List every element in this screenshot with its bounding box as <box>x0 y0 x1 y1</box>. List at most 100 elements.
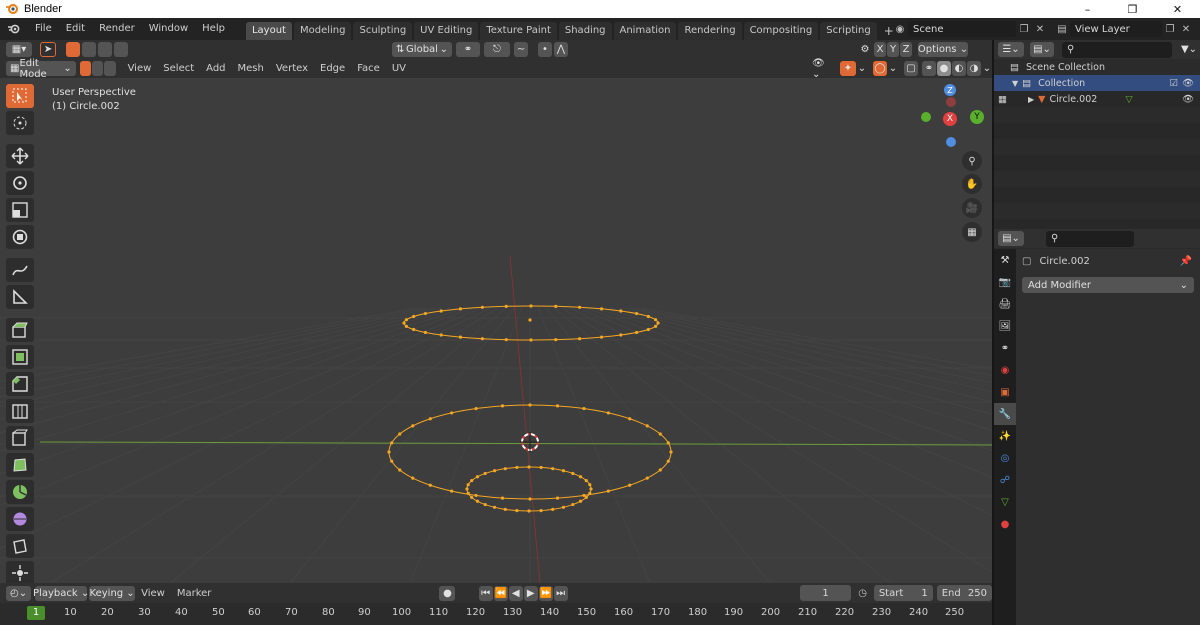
falloff-icon[interactable]: ⋀ <box>554 42 568 57</box>
vertex[interactable] <box>527 465 531 469</box>
vertex[interactable] <box>555 496 560 500</box>
mode-dropdown[interactable]: ▦ Edit Mode ⌄ <box>6 58 76 80</box>
tab-texture-paint[interactable]: Texture Paint <box>480 22 557 40</box>
vertex[interactable] <box>656 321 660 325</box>
render-tab-icon[interactable]: 📷 <box>994 271 1016 293</box>
overlays-toggle-icon[interactable]: ◯ <box>872 61 887 76</box>
poly-build-tool[interactable] <box>6 453 34 477</box>
expand-arrow-icon[interactable]: ▶ <box>1028 95 1034 104</box>
play-reverse-button[interactable]: ◀ <box>508 585 523 601</box>
vertex[interactable] <box>658 432 662 436</box>
select-intersect-icon[interactable] <box>114 42 128 57</box>
vertex[interactable] <box>527 509 531 513</box>
vertex[interactable] <box>428 417 432 421</box>
outliner-row-circle[interactable]: ▦ ▶ ▼ Circle.002 ▽ 👁 <box>994 91 1200 107</box>
menu-vertex[interactable]: Vertex <box>270 63 314 74</box>
vertex[interactable] <box>411 424 415 428</box>
vertex[interactable] <box>578 475 583 479</box>
new-scene-icon[interactable]: ❐ <box>1016 21 1032 37</box>
physics-tab-icon[interactable]: ◎ <box>994 447 1016 469</box>
object-tab-icon[interactable]: ▣ <box>994 381 1016 403</box>
overlays-dropdown-icon[interactable]: ⌄ <box>887 61 898 76</box>
vertex[interactable] <box>483 471 487 476</box>
particles-tab-icon[interactable]: ✨ <box>994 425 1016 447</box>
vertex[interactable] <box>465 487 469 491</box>
pan-hand-icon[interactable]: ✋ <box>962 174 982 194</box>
rotate-tool[interactable] <box>6 171 34 195</box>
blender-menu-icon[interactable] <box>0 18 28 40</box>
transform-orientation-dropdown[interactable]: ⇅ Global ⌄ <box>392 42 452 57</box>
vertex[interactable] <box>578 337 582 341</box>
outliner-search-input[interactable]: ⚲ <box>1062 41 1172 58</box>
world-tab-icon[interactable]: ◉ <box>994 359 1016 381</box>
vertex[interactable] <box>551 467 555 471</box>
vertex[interactable] <box>515 508 519 513</box>
mirror-y-toggle[interactable]: Y <box>887 42 899 57</box>
vertex[interactable] <box>423 311 428 316</box>
visibility-eye-icon[interactable]: 👁 <box>1182 78 1194 89</box>
measure-tool[interactable] <box>6 285 34 309</box>
vertex[interactable] <box>480 305 484 309</box>
shading-dropdown-icon[interactable]: ⌄ <box>981 61 992 76</box>
vertex[interactable] <box>599 307 604 311</box>
vertex-select-icon[interactable] <box>79 61 92 76</box>
select-extend-icon[interactable] <box>82 42 96 57</box>
vertex[interactable] <box>554 304 558 308</box>
vertex[interactable] <box>551 507 555 511</box>
vertex[interactable] <box>658 468 662 472</box>
scene-icon[interactable]: ◉ <box>892 21 908 37</box>
knife-tool[interactable] <box>6 426 34 450</box>
vertex[interactable] <box>628 417 632 421</box>
vertex[interactable] <box>428 483 432 487</box>
shading-rendered-icon[interactable]: ◑ <box>966 61 981 76</box>
vertex[interactable] <box>666 441 670 445</box>
mirror-x-toggle[interactable]: X <box>874 42 886 57</box>
vertex[interactable] <box>529 338 533 342</box>
vertex[interactable] <box>619 309 623 313</box>
vertex[interactable] <box>390 459 394 463</box>
vertex[interactable] <box>606 411 610 415</box>
vertex[interactable] <box>450 489 454 493</box>
tab-compositing[interactable]: Compositing <box>743 22 819 40</box>
shading-solid-icon[interactable]: ● <box>936 61 951 76</box>
vertex[interactable] <box>504 304 508 308</box>
filter-icon[interactable]: ▼⌄ <box>1178 42 1200 57</box>
inset-tool[interactable] <box>6 345 34 369</box>
zoom-icon[interactable]: ⚲ <box>962 151 982 171</box>
vertex[interactable] <box>599 335 604 339</box>
scale-tool[interactable] <box>6 198 34 222</box>
vertex[interactable] <box>398 432 402 436</box>
menu-window[interactable]: Window <box>142 18 195 40</box>
vertex[interactable] <box>466 491 470 495</box>
vertex[interactable] <box>619 333 623 337</box>
vertex[interactable] <box>554 338 558 342</box>
vertex[interactable] <box>475 475 480 479</box>
visibility-eye-icon[interactable]: 👁 <box>1182 94 1194 105</box>
vertex[interactable] <box>483 502 487 507</box>
vertex[interactable] <box>666 459 670 463</box>
edge-slide-tool[interactable] <box>6 534 34 558</box>
vertex[interactable] <box>503 507 507 511</box>
delete-scene-icon[interactable]: ✕ <box>1032 21 1048 37</box>
vertex[interactable] <box>653 318 658 322</box>
vertex[interactable] <box>466 483 470 487</box>
shading-wireframe-icon[interactable]: ⚭ <box>921 61 936 76</box>
timeline-ruler[interactable]: 1 10 20 30 40 50 60 70 80 90 100 110 120… <box>0 603 992 625</box>
expand-arrow-icon[interactable]: ▼ <box>1012 79 1018 88</box>
play-button[interactable]: ▶ <box>523 585 538 601</box>
edit-mode-icon[interactable]: ▦ <box>998 94 1007 105</box>
mirror-options-icon[interactable]: ⚙ <box>858 42 872 57</box>
mirror-z-toggle[interactable]: Z <box>900 42 912 57</box>
constraints-tab-icon[interactable]: ☍ <box>994 469 1016 491</box>
vertex[interactable] <box>423 330 428 335</box>
outliner-editor-type-icon[interactable]: ☰⌄ <box>998 42 1024 57</box>
face-select-icon[interactable] <box>104 61 116 76</box>
select-box-tool[interactable] <box>6 84 34 108</box>
jump-next-keyframe-button[interactable]: ⏩ <box>538 585 553 601</box>
display-mode-icon[interactable]: ▤⌄ <box>1030 42 1054 57</box>
auto-key-options-icon[interactable] <box>457 585 473 601</box>
minimize-button[interactable]: – <box>1065 0 1110 18</box>
vertex[interactable] <box>645 476 649 480</box>
maximize-button[interactable]: ❐ <box>1110 0 1155 18</box>
tab-modeling[interactable]: Modeling <box>293 22 352 40</box>
